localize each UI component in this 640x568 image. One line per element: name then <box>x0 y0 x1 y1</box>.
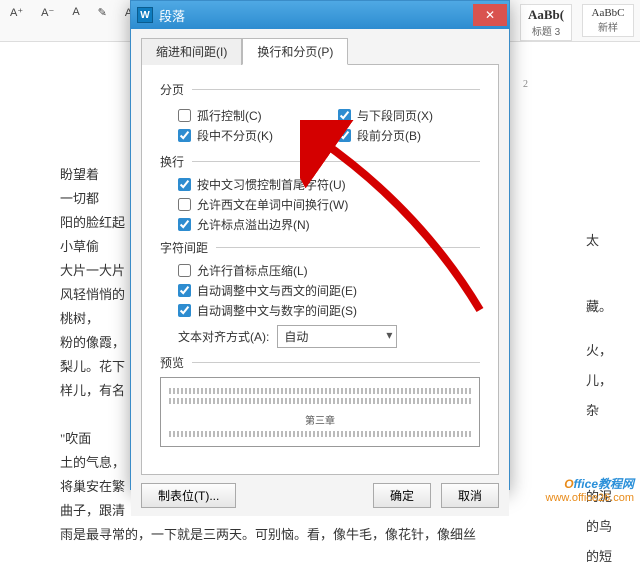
doc-fragment: 太 <box>586 230 612 252</box>
doc-fragment: 火， <box>586 340 612 362</box>
checkbox-label: 段中不分页(K) <box>197 127 273 144</box>
font-grow-button[interactable]: A⁺ <box>6 4 27 21</box>
latin-word-wrap-checkbox[interactable]: 允许西文在单词中间换行(W) <box>178 196 480 213</box>
doc-fragment: 儿， <box>586 370 612 392</box>
tabstops-button[interactable]: 制表位(T)... <box>141 483 236 508</box>
auto-space-cjk-number-checkbox[interactable]: 自动调整中文与数字的间距(S) <box>178 302 480 319</box>
checkbox-label: 允许标点溢出边界(N) <box>197 216 310 233</box>
dialog-titlebar: W 段落 ✕ <box>131 1 509 29</box>
keep-with-next-checkbox[interactable]: 与下段同页(X) <box>338 107 480 124</box>
highlight-button[interactable]: ✎ <box>94 4 111 21</box>
preview-caption: 第三章 <box>169 412 471 427</box>
keep-lines-checkbox[interactable]: 段中不分页(K) <box>178 127 320 144</box>
doc-fragment: 的短 <box>586 546 612 568</box>
style-gallery-item[interactable]: AaBb( 标题 3 <box>520 4 572 41</box>
ribbon-group-number: 2 <box>523 74 528 96</box>
checkbox-label: 段前分页(B) <box>357 127 421 144</box>
widow-orphan-checkbox[interactable]: 孤行控制(C) <box>178 107 320 124</box>
style-preview: AaBb( <box>528 7 564 23</box>
dialog-title: 段落 <box>159 6 185 25</box>
watermark: Office教程网 www.office26.com <box>546 475 634 504</box>
paragraph-dialog: W 段落 ✕ 缩进和间距(I) 换行和分页(P) 分页 孤行控制(C) 段中不分… <box>130 0 510 490</box>
compress-punct-checkbox[interactable]: 允许行首标点压缩(L) <box>178 262 480 279</box>
checkbox-label: 允许行首标点压缩(L) <box>197 262 308 279</box>
tab-indent-spacing[interactable]: 缩进和间距(I) <box>141 38 242 65</box>
hanging-punct-checkbox[interactable]: 允许标点溢出边界(N) <box>178 216 480 233</box>
cjk-first-last-checkbox[interactable]: 按中文习惯控制首尾字符(U) <box>178 176 480 193</box>
checkbox-label: 自动调整中文与西文的间距(E) <box>197 282 357 299</box>
checkbox-label: 孤行控制(C) <box>197 107 262 124</box>
clear-format-button[interactable]: A <box>68 4 83 20</box>
checkbox-label: 自动调整中文与数字的间距(S) <box>197 302 357 319</box>
checkbox-label: 允许西文在单词中间换行(W) <box>197 196 348 213</box>
style-preview: AaBbC <box>592 7 625 19</box>
watermark-brand: Office教程网 <box>564 477 634 491</box>
auto-space-cjk-latin-checkbox[interactable]: 自动调整中文与西文的间距(E) <box>178 282 480 299</box>
close-icon: ✕ <box>485 8 495 22</box>
close-button[interactable]: ✕ <box>473 4 507 26</box>
doc-fragment: 的鸟 <box>586 516 612 538</box>
dialog-content: 分页 孤行控制(C) 段中不分页(K) 与下段同页(X) 段前分页(B) <box>141 65 499 475</box>
cancel-button[interactable]: 取消 <box>441 483 499 508</box>
group-char-spacing-title: 字符间距 <box>160 239 480 256</box>
doc-fragment: 杂 <box>586 400 612 422</box>
style-gallery-item[interactable]: AaBbC 新样 <box>582 4 634 37</box>
checkbox-label: 按中文习惯控制首尾字符(U) <box>197 176 346 193</box>
combo-value: 自动 <box>284 330 308 344</box>
group-linebreak-title: 换行 <box>160 153 480 170</box>
doc-fragment: 藏。 <box>586 296 612 318</box>
tab-line-page-breaks[interactable]: 换行和分页(P) <box>242 38 348 65</box>
font-shrink-button[interactable]: A⁻ <box>37 4 58 21</box>
preview-box: 第三章 <box>160 377 480 447</box>
page-break-before-checkbox[interactable]: 段前分页(B) <box>338 127 480 144</box>
text-align-combo[interactable]: 自动 <box>277 325 397 348</box>
style-label: 新样 <box>598 19 618 34</box>
group-preview-title: 预览 <box>160 354 480 371</box>
watermark-url: www.office26.com <box>546 492 634 504</box>
style-label: 标题 3 <box>532 23 560 38</box>
checkbox-label: 与下段同页(X) <box>357 107 433 124</box>
app-icon: W <box>137 7 153 23</box>
dialog-tabs: 缩进和间距(I) 换行和分页(P) <box>141 37 499 65</box>
group-pagination-title: 分页 <box>160 81 480 98</box>
ok-button[interactable]: 确定 <box>373 483 431 508</box>
text-align-label: 文本对齐方式(A): <box>178 328 269 345</box>
